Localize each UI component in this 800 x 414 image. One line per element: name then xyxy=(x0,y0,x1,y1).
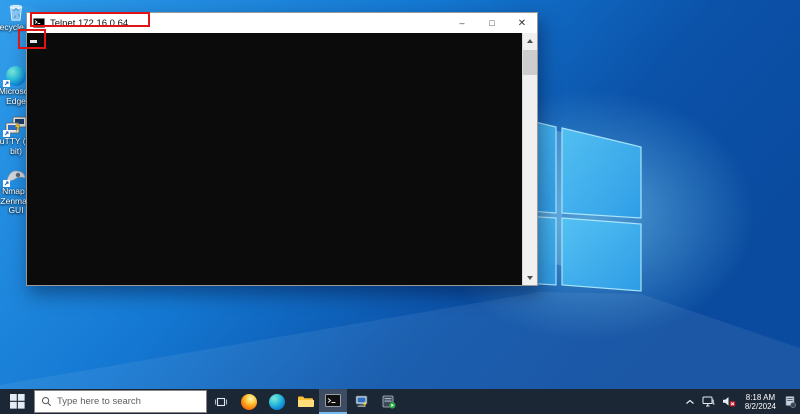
desktop-icon-recycle-bin[interactable]: Recycle Bin xyxy=(4,2,28,22)
taskbar-firefox-button[interactable] xyxy=(235,389,263,414)
taskbar-file-explorer-button[interactable] xyxy=(291,389,319,414)
minimize-button[interactable]: – xyxy=(447,13,477,33)
taskbar-command-prompt-button[interactable] xyxy=(319,389,347,414)
file-explorer-icon xyxy=(297,395,314,408)
search-icon xyxy=(41,396,52,407)
desktop-icon-nmap-zenmap[interactable]: Nmap - Zenmap GUI xyxy=(4,166,28,186)
taskbar-edge-button[interactable] xyxy=(263,389,291,414)
taskbar-putty-button[interactable] xyxy=(347,389,375,414)
tray-volume-button[interactable] xyxy=(722,396,736,407)
close-button[interactable]: ✕ xyxy=(507,13,537,33)
recycle-bin-icon xyxy=(5,2,27,22)
desktop-icon-microsoft-edge[interactable]: Microsoft Edge xyxy=(4,66,28,86)
taskbar-search-box[interactable] xyxy=(34,390,207,413)
tray-network-button[interactable] xyxy=(702,396,715,407)
window-titlebar[interactable]: Telnet 172.16.0.64 – □ ✕ xyxy=(27,13,537,33)
clock-time: 8:18 AM xyxy=(745,393,776,402)
taskbar-server-app-button[interactable] xyxy=(375,389,403,414)
tray-expand-button[interactable] xyxy=(685,399,695,405)
maximize-button[interactable]: □ xyxy=(477,13,507,33)
tray-server-button[interactable] xyxy=(785,395,796,408)
task-view-button[interactable] xyxy=(207,389,235,414)
start-button[interactable] xyxy=(0,389,34,414)
scrollbar[interactable] xyxy=(522,33,537,285)
firefox-icon xyxy=(241,394,257,410)
taskbar: 8:18 AM 8/2/2024 xyxy=(0,389,800,414)
volume-muted-icon xyxy=(722,396,736,407)
console-window-icon xyxy=(33,18,45,28)
network-icon xyxy=(702,396,715,407)
scrollbar-thumb[interactable] xyxy=(523,50,537,75)
telnet-window: Telnet 172.16.0.64 – □ ✕ xyxy=(26,12,538,286)
task-view-icon xyxy=(214,396,228,408)
edge-icon xyxy=(269,394,285,410)
putty-icon xyxy=(354,395,369,409)
scroll-down-button[interactable] xyxy=(523,270,537,285)
scroll-up-icon xyxy=(527,39,533,43)
server-app-icon xyxy=(382,395,396,409)
terminal-screen[interactable] xyxy=(27,33,537,285)
desktop: Recycle Bin Microsoft Edge PuTTY (64-bit… xyxy=(0,0,800,414)
desktop-icon-putty[interactable]: PuTTY (64-bit) xyxy=(4,116,28,136)
search-input[interactable] xyxy=(57,396,187,407)
chevron-up-icon xyxy=(685,399,695,405)
window-title: Telnet 172.16.0.64 xyxy=(50,18,128,29)
command-prompt-icon xyxy=(325,394,341,407)
windows-start-icon xyxy=(10,394,25,409)
scroll-up-button[interactable] xyxy=(523,33,537,48)
terminal-cursor xyxy=(30,40,37,43)
scroll-down-icon xyxy=(527,276,533,280)
taskbar-clock[interactable]: 8:18 AM 8/2/2024 xyxy=(745,393,776,411)
server-tray-icon xyxy=(785,395,796,408)
system-tray: 8:18 AM 8/2/2024 xyxy=(685,389,800,414)
clock-date: 8/2/2024 xyxy=(745,402,776,411)
